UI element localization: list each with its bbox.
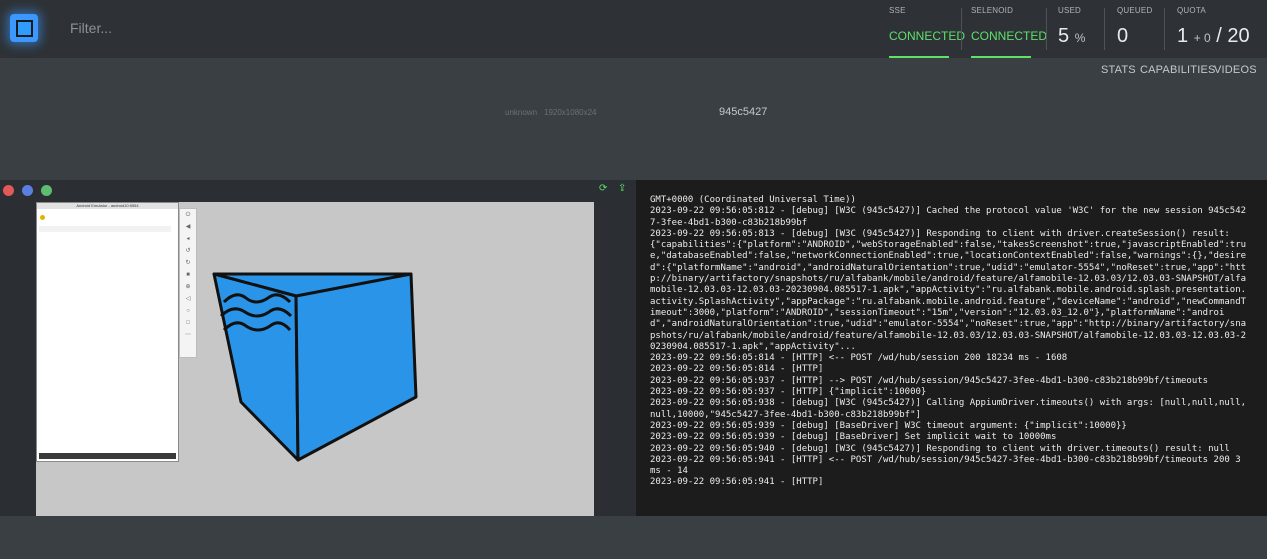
nav-videos-link[interactable]: VIDEOS xyxy=(1214,64,1257,76)
queued-stat: QUEUED 0 xyxy=(1117,6,1152,48)
selenoid-status: SELENOID CONNECTED xyxy=(971,6,1048,59)
sse-value: CONNECTED xyxy=(889,29,966,43)
divider xyxy=(1164,8,1165,50)
emulator-toolbar: ⏻ ◀ ◂ ↺ ↻ ■ ⊕ ◁ ○ □ ⋯ xyxy=(179,208,197,358)
selenoid-label: SELENOID xyxy=(971,6,1014,15)
session-browser: unknown xyxy=(505,108,538,117)
top-bar: Filter... SSE CONNECTED SELENOID CONNECT… xyxy=(0,0,1267,59)
quota-value: 1 + 0 / 20 xyxy=(1177,25,1250,47)
queued-label: QUEUED xyxy=(1117,6,1153,15)
bottom-band xyxy=(0,516,1267,559)
rotate-left-icon[interactable]: ↺ xyxy=(180,245,196,257)
used-label: USED xyxy=(1058,6,1082,15)
wallpaper-cube-image xyxy=(212,272,418,462)
divider xyxy=(1104,8,1105,50)
emoji-icon xyxy=(40,215,45,220)
used-stat: USED 5 % xyxy=(1058,6,1085,48)
minimize-window-button[interactable] xyxy=(22,185,33,196)
divider xyxy=(961,8,962,50)
quota-label: QUOTA xyxy=(1177,6,1206,15)
lock-icon[interactable]: ⟳ xyxy=(599,184,609,194)
overview-icon[interactable]: □ xyxy=(180,317,196,329)
session-id: 945c5427 xyxy=(719,106,768,118)
close-window-button[interactable] xyxy=(3,185,14,196)
emulator-title: Android Emulator - android10:5554 xyxy=(37,203,178,209)
queued-value: 0 xyxy=(1117,25,1129,47)
power-icon[interactable]: ⏻ xyxy=(180,209,196,221)
log-output: GMT+0000 (Coordinated Universal Time)) 2… xyxy=(650,195,1247,488)
volume-up-icon[interactable]: ◀ xyxy=(180,221,196,233)
quota-stat: QUOTA 1 + 0 / 20 xyxy=(1177,6,1250,48)
filter-input[interactable]: Filter... xyxy=(70,20,112,36)
android-emulator-window[interactable]: Android Emulator - android10:5554 xyxy=(36,202,179,462)
nav-stats-link[interactable]: STATS xyxy=(1101,64,1136,76)
zoom-icon[interactable]: ⊕ xyxy=(180,281,196,293)
selenoid-value: CONNECTED xyxy=(971,29,1048,43)
emulator-content-row xyxy=(39,226,171,232)
session-info-band xyxy=(0,58,1267,180)
rotate-right-icon[interactable]: ↻ xyxy=(180,257,196,269)
divider xyxy=(1046,8,1047,50)
home-icon[interactable]: ○ xyxy=(180,305,196,317)
back-icon[interactable]: ◁ xyxy=(180,293,196,305)
camera-icon[interactable]: ■ xyxy=(180,269,196,281)
vnc-screen[interactable]: Android Emulator - android10:5554 ⏻ ◀ ◂ … xyxy=(36,202,594,516)
used-value: 5 % xyxy=(1058,25,1086,47)
volume-down-icon[interactable]: ◂ xyxy=(180,233,196,245)
emulator-nav-bar[interactable] xyxy=(39,453,176,459)
fullscreen-window-button[interactable] xyxy=(41,185,52,196)
selenoid-logo-icon[interactable] xyxy=(10,14,38,42)
session-resolution: 1920x1080x24 xyxy=(544,108,597,117)
sse-label: SSE xyxy=(889,6,906,15)
nav-capabilities-link[interactable]: CAPABILITIES xyxy=(1140,64,1216,76)
upload-icon[interactable]: ⇪ xyxy=(618,184,628,194)
log-console[interactable]: GMT+0000 (Coordinated Universal Time)) 2… xyxy=(636,180,1267,516)
sse-status: SSE CONNECTED xyxy=(889,6,966,59)
more-icon[interactable]: ⋯ xyxy=(180,329,196,341)
